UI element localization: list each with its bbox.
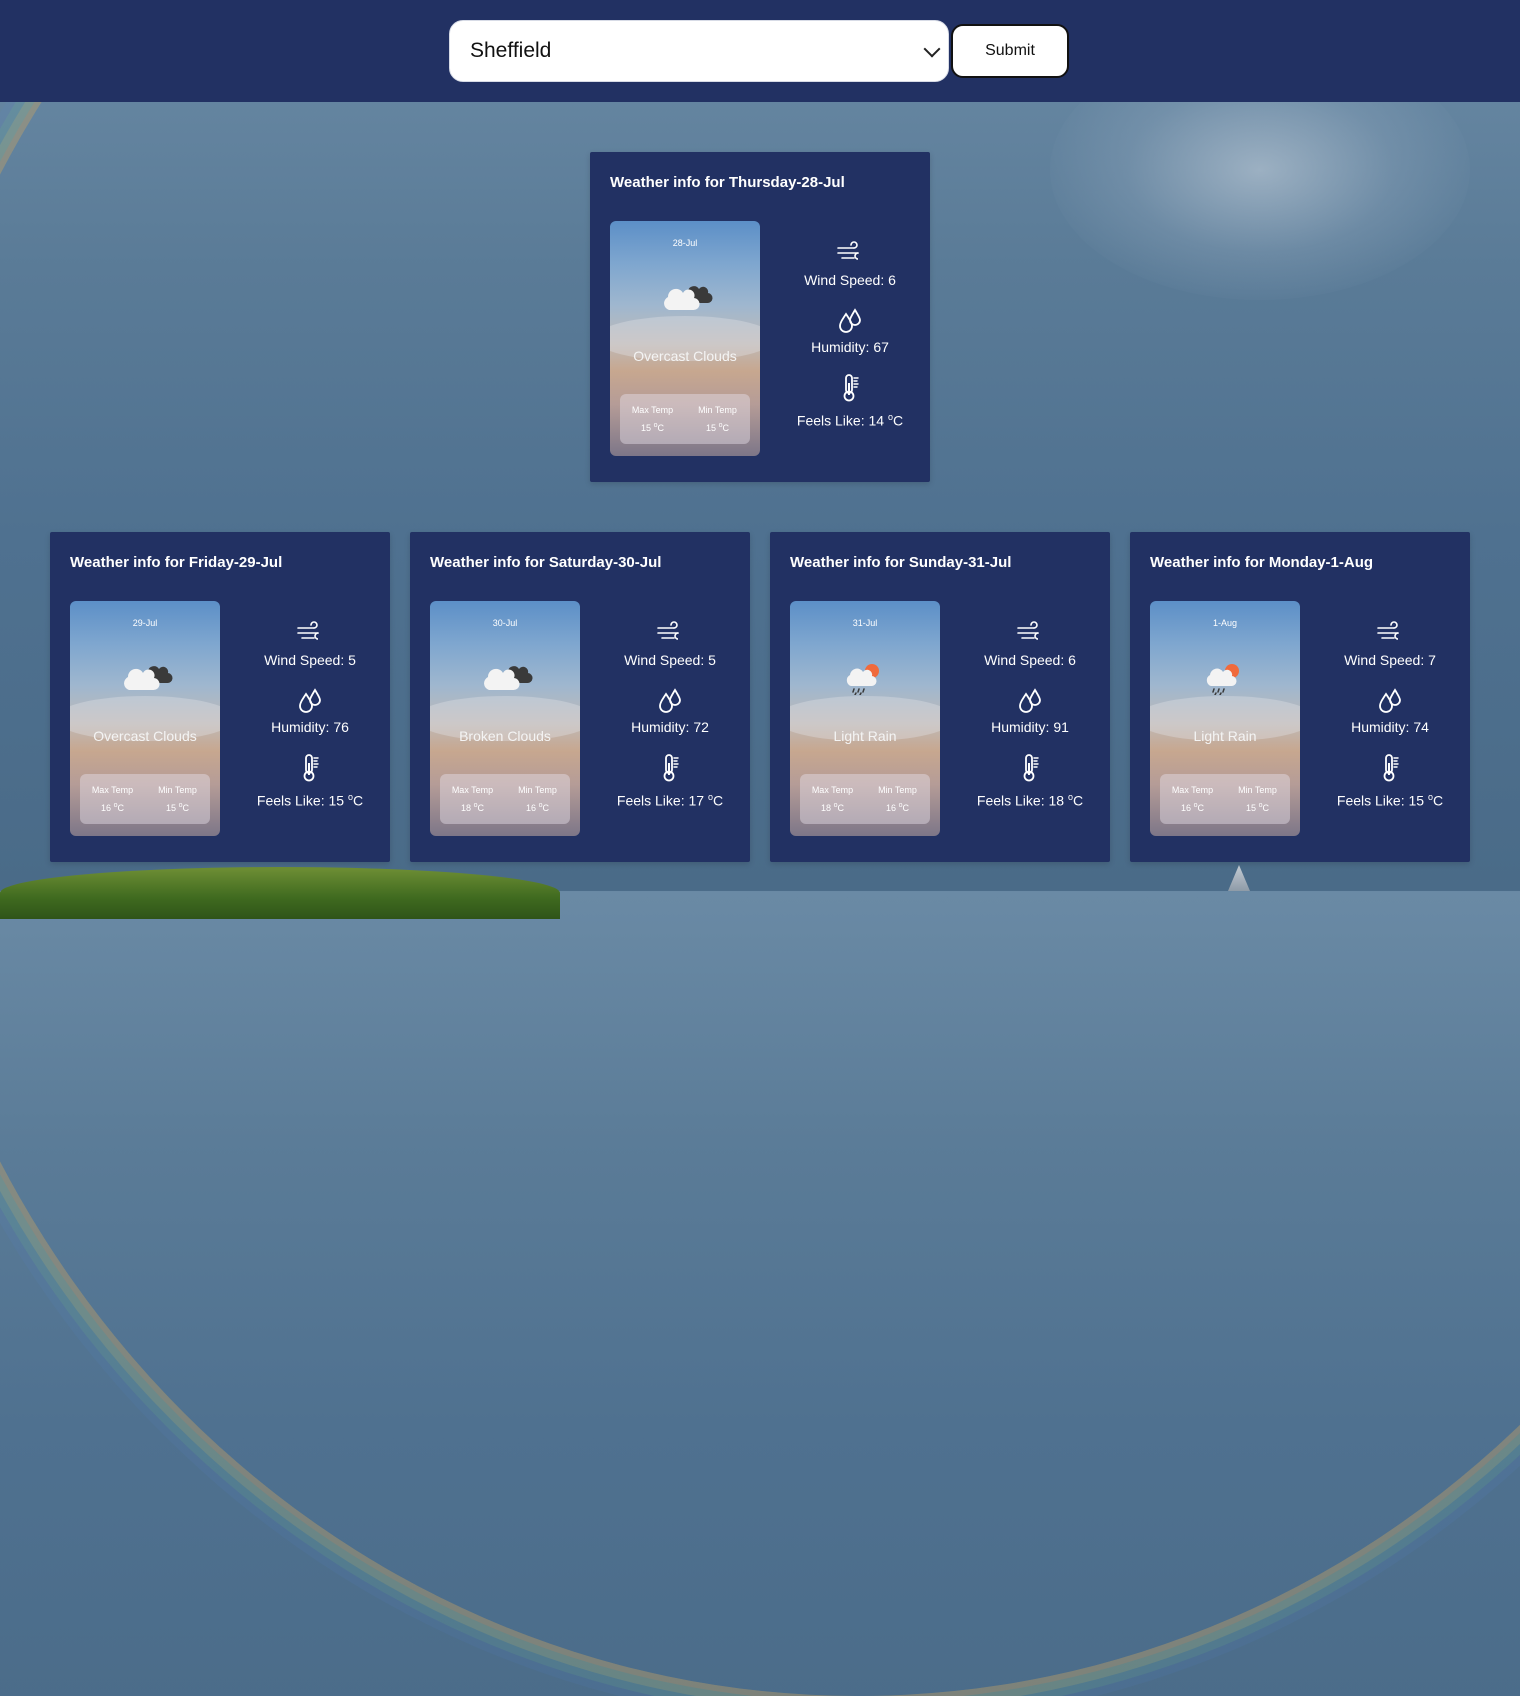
max-temp-value: 16 oC bbox=[1181, 802, 1204, 813]
wind-speed-text: Wind Speed: 7 bbox=[1344, 652, 1436, 668]
weather-card-1-aug: Weather info for Monday-1-Aug 1-Aug Ligh… bbox=[1130, 532, 1470, 862]
humidity-icon bbox=[659, 688, 681, 713]
min-temp-value: 16 oC bbox=[526, 802, 549, 813]
humidity-icon bbox=[299, 688, 321, 713]
weather-description: Light Rain bbox=[833, 728, 897, 744]
weather-description: Overcast Clouds bbox=[633, 348, 737, 364]
tile-date: 28-Jul bbox=[672, 238, 698, 248]
wind-speed-text: Wind Speed: 6 bbox=[804, 272, 896, 288]
max-temp-label: Max Temp bbox=[811, 785, 854, 795]
min-temp-value: 16 oC bbox=[886, 802, 909, 813]
max-temp-value: 18 oC bbox=[821, 802, 844, 813]
city-select[interactable]: Sheffield bbox=[449, 20, 949, 82]
light-rain-icon bbox=[1206, 664, 1239, 695]
min-temp-label: Min Temp bbox=[518, 785, 557, 795]
temp-box: Max Temp 15 oC Min Temp 15 oC bbox=[620, 394, 750, 444]
city-select-value: Sheffield bbox=[470, 39, 552, 62]
feels-like-text: Feels Like: 17 oC bbox=[616, 792, 724, 809]
temp-box: Max Temp 18 oC Min Temp 16 oC bbox=[800, 774, 930, 824]
wind-icon bbox=[1377, 621, 1399, 640]
tile-date: 1-Aug bbox=[1212, 618, 1238, 628]
max-temp-label: Max Temp bbox=[451, 785, 494, 795]
weather-description: Light Rain bbox=[1193, 728, 1257, 744]
wind-icon bbox=[657, 621, 679, 640]
weather-description: Broken Clouds bbox=[459, 728, 551, 744]
weather-card-29-jul: Weather info for Friday-29-Jul 29-Jul Ov… bbox=[50, 532, 390, 862]
chevron-down-icon bbox=[923, 40, 941, 58]
temp-box: Max Temp 16 oC Min Temp 15 oC bbox=[80, 774, 210, 824]
forecast-tile: 31-Jul Light Rain Max Temp 18 oC Min Tem… bbox=[790, 601, 940, 836]
max-temp-value: 18 oC bbox=[461, 802, 484, 813]
broken-clouds-icon bbox=[484, 666, 533, 691]
min-temp-value: 15 oC bbox=[166, 802, 189, 813]
weather-card-31-jul: Weather info for Sunday-31-Jul 31-Jul Li… bbox=[770, 532, 1110, 862]
top-bar: Sheffield Submit bbox=[0, 0, 1520, 102]
max-temp-value: 15 oC bbox=[641, 422, 664, 433]
temp-box: Max Temp 16 oC Min Temp 15 oC bbox=[1160, 774, 1290, 824]
humidity-text: Humidity: 76 bbox=[271, 719, 349, 735]
thermometer-icon bbox=[1383, 754, 1399, 782]
forecast-tile: 28-Jul Overcast Clouds Max Temp 15 oC Mi… bbox=[610, 221, 760, 456]
card-title: Weather info for Monday-1-Aug bbox=[1150, 554, 1374, 571]
humidity-text: Humidity: 72 bbox=[631, 719, 709, 735]
thermometer-icon bbox=[1023, 754, 1039, 782]
forecast-tile: 1-Aug Light Rain Max Temp 16 oC Min Temp… bbox=[1150, 601, 1300, 836]
card-title: Weather info for Saturday-30-Jul bbox=[430, 554, 662, 571]
tile-date: 30-Jul bbox=[492, 618, 518, 628]
weather-card-28-jul: Weather info for Thursday-28-Jul 28-Jul … bbox=[590, 152, 930, 482]
tile-date: 31-Jul bbox=[852, 618, 878, 628]
min-temp-label: Min Temp bbox=[1238, 785, 1277, 795]
humidity-icon bbox=[839, 308, 861, 333]
thermometer-icon bbox=[303, 754, 319, 782]
wind-icon bbox=[837, 241, 859, 260]
humidity-text: Humidity: 74 bbox=[1351, 719, 1429, 735]
feels-like-text: Feels Like: 15 oC bbox=[1336, 792, 1444, 809]
humidity-text: Humidity: 67 bbox=[811, 339, 889, 355]
weather-card-30-jul: Weather info for Saturday-30-Jul 30-Jul … bbox=[410, 532, 750, 862]
feels-like-text: Feels Like: 14 oC bbox=[796, 412, 904, 429]
wind-speed-text: Wind Speed: 6 bbox=[984, 652, 1076, 668]
max-temp-label: Max Temp bbox=[631, 405, 674, 415]
min-temp-value: 15 oC bbox=[706, 422, 729, 433]
thermometer-icon bbox=[663, 754, 679, 782]
card-title: Weather info for Friday-29-Jul bbox=[70, 554, 283, 571]
overcast-clouds-icon bbox=[664, 286, 713, 311]
weather-description: Overcast Clouds bbox=[93, 728, 197, 744]
overcast-clouds-icon bbox=[124, 666, 173, 691]
forecast-tile: 30-Jul Broken Clouds Max Temp 18 oC Min … bbox=[430, 601, 580, 836]
max-temp-label: Max Temp bbox=[91, 785, 134, 795]
light-rain-icon bbox=[846, 664, 879, 695]
card-title: Weather info for Thursday-28-Jul bbox=[610, 174, 845, 191]
max-temp-label: Max Temp bbox=[1171, 785, 1214, 795]
tile-date: 29-Jul bbox=[132, 618, 158, 628]
min-temp-value: 15 oC bbox=[1246, 802, 1269, 813]
wind-icon bbox=[1017, 621, 1039, 640]
card-title: Weather info for Sunday-31-Jul bbox=[790, 554, 1012, 571]
background-hills bbox=[0, 867, 560, 919]
forecast-tile: 29-Jul Overcast Clouds Max Temp 16 oC Mi… bbox=[70, 601, 220, 836]
min-temp-label: Min Temp bbox=[878, 785, 917, 795]
min-temp-label: Min Temp bbox=[158, 785, 197, 795]
humidity-icon bbox=[1019, 688, 1041, 713]
max-temp-value: 16 oC bbox=[101, 802, 124, 813]
thermometer-icon bbox=[843, 374, 859, 402]
feels-like-text: Feels Like: 18 oC bbox=[976, 792, 1084, 809]
wind-speed-text: Wind Speed: 5 bbox=[264, 652, 356, 668]
feels-like-text: Feels Like: 15 oC bbox=[256, 792, 364, 809]
wind-icon bbox=[297, 621, 319, 640]
temp-box: Max Temp 18 oC Min Temp 16 oC bbox=[440, 774, 570, 824]
wind-speed-text: Wind Speed: 5 bbox=[624, 652, 716, 668]
humidity-icon bbox=[1379, 688, 1401, 713]
min-temp-label: Min Temp bbox=[698, 405, 737, 415]
submit-button[interactable]: Submit bbox=[951, 24, 1069, 78]
humidity-text: Humidity: 91 bbox=[991, 719, 1069, 735]
